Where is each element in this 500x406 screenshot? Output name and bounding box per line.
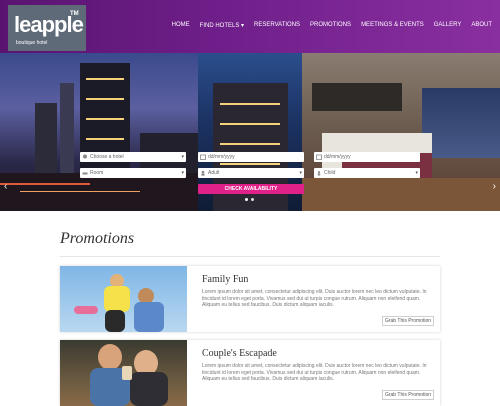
section-divider bbox=[60, 256, 440, 257]
adult-select[interactable]: Adult ▾ bbox=[198, 168, 304, 178]
room-select[interactable]: Room ▾ bbox=[80, 168, 186, 178]
chevron-down-icon: ▾ bbox=[299, 170, 302, 176]
nav-about[interactable]: ABOUT bbox=[471, 22, 492, 29]
calendar-icon bbox=[200, 154, 206, 160]
nav-meetings-events[interactable]: MEETINGS & EVENTS bbox=[361, 22, 424, 29]
brand-logo[interactable]: leapple TM boutique hotel bbox=[8, 5, 86, 51]
child-icon bbox=[316, 170, 322, 176]
promotion-title: Couple's Escapade bbox=[202, 348, 277, 359]
child-select[interactable]: Child ▾ bbox=[314, 168, 420, 178]
hotel-select[interactable]: Choose a hotel ▾ bbox=[80, 152, 186, 162]
promotions-heading: Promotions bbox=[60, 230, 135, 247]
slider-pagination bbox=[245, 198, 254, 201]
promotion-card-family-fun: Family Fun Lorem ipsum dolor sit amet, c… bbox=[60, 266, 440, 332]
child-select-value: Child bbox=[324, 170, 336, 176]
checkin-date-placeholder: dd/mm/yyyy bbox=[208, 154, 235, 160]
hotel-room-image bbox=[302, 53, 500, 211]
calendar-icon bbox=[316, 154, 322, 160]
couples-escapade-image bbox=[60, 340, 187, 406]
check-availability-button[interactable]: CHECK AVAILABILITY bbox=[198, 184, 304, 194]
checkin-date-field[interactable]: dd/mm/yyyy bbox=[198, 152, 304, 162]
slider-prev-arrow[interactable]: ‹ bbox=[4, 181, 7, 192]
hotel-select-value: Choose a hotel bbox=[90, 154, 124, 160]
brand-tagline: boutique hotel bbox=[16, 40, 48, 46]
person-icon bbox=[200, 170, 206, 176]
nav-find-hotels[interactable]: FIND HOTELS ▾ bbox=[200, 22, 244, 29]
chevron-down-icon: ▾ bbox=[181, 170, 184, 176]
chevron-down-icon: ▾ bbox=[181, 154, 184, 160]
promotion-title: Family Fun bbox=[202, 274, 249, 285]
slider-next-arrow[interactable]: › bbox=[493, 181, 496, 192]
room-select-value: Room bbox=[90, 170, 104, 176]
nav-promotions[interactable]: PROMOTIONS bbox=[310, 22, 351, 29]
site-header: leapple TM boutique hotel HOME FIND HOTE… bbox=[0, 0, 500, 53]
chevron-down-icon: ▾ bbox=[415, 170, 418, 176]
bed-icon bbox=[82, 170, 88, 176]
adult-select-value: Adult bbox=[208, 170, 220, 176]
family-fun-image bbox=[60, 266, 187, 332]
brand-trademark: TM bbox=[70, 11, 79, 17]
grab-promotion-button[interactable]: Grab This Promotion bbox=[382, 390, 434, 400]
nav-home[interactable]: HOME bbox=[172, 22, 190, 29]
promotion-description: Lorem ipsum dolor sit amet, consectetur … bbox=[202, 363, 427, 382]
location-icon bbox=[82, 154, 88, 160]
nav-reservations[interactable]: RESERVATIONS bbox=[254, 22, 300, 29]
nav-gallery[interactable]: GALLERY bbox=[434, 22, 462, 29]
checkout-date-field[interactable]: dd/mm/yyyy bbox=[314, 152, 420, 162]
promotion-description: Lorem ipsum dolor sit amet, consectetur … bbox=[202, 289, 427, 308]
slider-dot[interactable] bbox=[251, 198, 254, 201]
promotion-card-couples-escapade: Couple's Escapade Lorem ipsum dolor sit … bbox=[60, 340, 440, 406]
main-nav: HOME FIND HOTELS ▾ RESERVATIONS PROMOTIO… bbox=[172, 22, 492, 29]
city-skyline-image bbox=[0, 53, 198, 211]
grab-promotion-button[interactable]: Grab This Promotion bbox=[382, 316, 434, 326]
checkout-date-placeholder: dd/mm/yyyy bbox=[324, 154, 351, 160]
slider-dot-active[interactable] bbox=[245, 198, 248, 201]
